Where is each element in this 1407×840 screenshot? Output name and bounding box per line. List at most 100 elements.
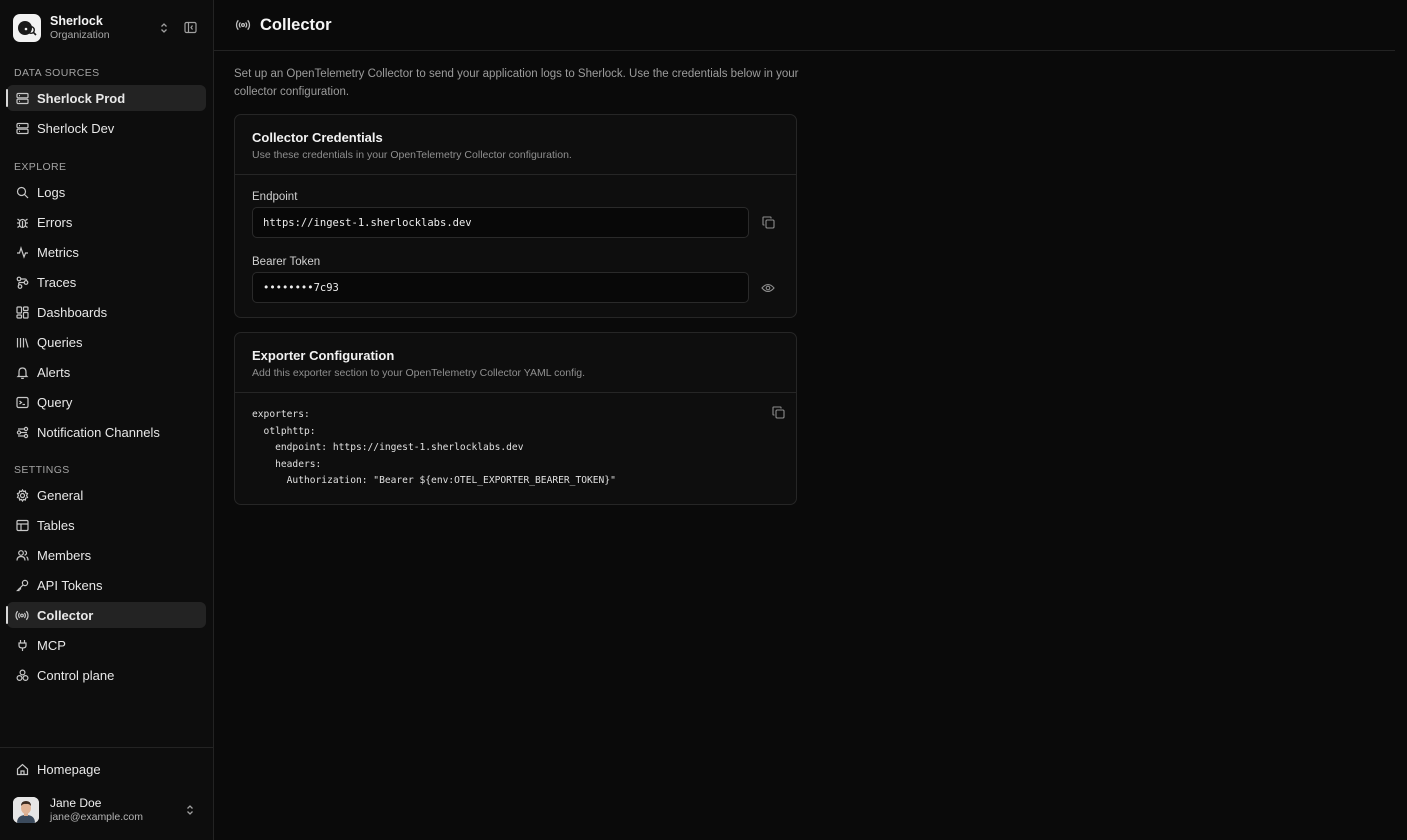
sidebar-item-sherlock-prod[interactable]: Sherlock Prod <box>6 85 206 111</box>
traces-icon <box>14 274 30 290</box>
radio-icon <box>14 607 30 623</box>
bug-icon <box>14 214 30 230</box>
terminal-icon <box>14 394 30 410</box>
sidebar-item-homepage[interactable]: Homepage <box>7 756 206 782</box>
sidebar-item-label: API Tokens <box>37 577 103 593</box>
org-subtitle: Organization <box>50 28 110 41</box>
token-row: ••••••••7c93 <box>252 272 779 303</box>
database-icon <box>14 120 30 136</box>
main-content: Collector Set up an OpenTelemetry Collec… <box>214 0 1407 840</box>
sidebar-collapse-icon[interactable] <box>180 18 200 38</box>
sidebar-item-logs[interactable]: Logs <box>7 179 206 205</box>
sidebar-item-label: Metrics <box>37 244 79 260</box>
sidebar-item-label: Query <box>37 394 73 410</box>
sidebar-item-notification-channels[interactable]: Notification Channels <box>7 419 206 445</box>
org-switcher[interactable]: Sherlock Organization <box>0 0 213 55</box>
sidebar: Sherlock Organization DATA SOURCES Sherl… <box>0 0 214 840</box>
sidebar-item-label: Collector <box>37 607 94 623</box>
sidebar-item-metrics[interactable]: Metrics <box>7 239 206 265</box>
sidebar-item-tables[interactable]: Tables <box>7 512 206 538</box>
sidebar-item-label: Sherlock Dev <box>37 120 115 136</box>
sidebar-item-label: MCP <box>37 637 66 653</box>
user-name: Jane Doe <box>50 796 102 810</box>
code-block: exporters: otlphttp: endpoint: https://i… <box>235 393 796 504</box>
sidebar-item-label: Notification Channels <box>37 424 160 440</box>
database-icon <box>14 90 30 106</box>
sidebar-item-label: Traces <box>37 274 77 290</box>
sidebar-item-general[interactable]: General <box>7 482 206 508</box>
card-body: Endpoint https://ingest-1.sherlocklabs.d… <box>235 175 796 317</box>
user-email: jane@example.com <box>50 811 143 823</box>
sidebar-item-api-tokens[interactable]: API Tokens <box>7 572 206 598</box>
page-intro: Set up an OpenTelemetry Collector to sen… <box>234 68 799 98</box>
user-info: Jane Doe jane@example.com <box>50 796 174 824</box>
nav-settings: General Tables Members API Tokens Collec… <box>0 482 213 692</box>
card-header: Collector Credentials Use these credenti… <box>235 115 796 175</box>
users-icon <box>14 547 30 563</box>
credentials-card: Collector Credentials Use these credenti… <box>234 114 797 318</box>
page-header: Collector <box>214 0 1395 51</box>
endpoint-field[interactable]: https://ingest-1.sherlocklabs.dev <box>252 207 749 238</box>
card-description: Use these credentials in your OpenTeleme… <box>252 149 572 161</box>
sidebar-item-label: Errors <box>37 214 73 230</box>
sidebar-item-control-plane[interactable]: Control plane <box>7 662 206 688</box>
sidebar-item-label: Tables <box>37 517 75 533</box>
page-title: Collector <box>260 15 332 34</box>
copy-icon[interactable] <box>760 215 776 231</box>
card-title: Collector Credentials <box>252 130 383 145</box>
sidebar-item-queries[interactable]: Queries <box>7 329 206 355</box>
section-label-data-sources: DATA SOURCES <box>14 67 100 79</box>
sidebar-item-collector[interactable]: Collector <box>6 602 206 628</box>
sidebar-item-traces[interactable]: Traces <box>7 269 206 295</box>
table-icon <box>14 517 30 533</box>
sidebar-item-alerts[interactable]: Alerts <box>7 359 206 385</box>
channels-icon <box>14 424 30 440</box>
copy-icon[interactable] <box>770 404 786 420</box>
sidebar-item-sherlock-dev[interactable]: Sherlock Dev <box>7 115 206 141</box>
sidebar-item-label: Members <box>37 547 92 563</box>
sidebar-item-label: Queries <box>37 334 83 350</box>
section-label-explore: EXPLORE <box>14 161 67 173</box>
section-label-settings: SETTINGS <box>14 464 70 476</box>
token-label: Bearer Token <box>252 256 321 268</box>
card-description: Add this exporter section to your OpenTe… <box>252 367 586 379</box>
user-menu[interactable]: Jane Doe jane@example.com <box>0 788 213 832</box>
endpoint-label: Endpoint <box>252 191 298 203</box>
sidebar-item-errors[interactable]: Errors <box>7 209 206 235</box>
chevrons-up-down-icon[interactable] <box>180 800 200 820</box>
sidebar-item-label: Logs <box>37 184 66 200</box>
key-icon <box>14 577 30 593</box>
home-icon <box>14 761 30 777</box>
org-text: Sherlock Organization <box>50 14 148 42</box>
chevrons-up-down-icon[interactable] <box>154 18 174 38</box>
nav-footer: Homepage <box>0 756 213 782</box>
app-root: Sherlock Organization DATA SOURCES Sherl… <box>0 0 1407 840</box>
sidebar-item-mcp[interactable]: MCP <box>7 632 206 658</box>
dashboard-icon <box>14 304 30 320</box>
sidebar-item-label: Alerts <box>37 364 71 380</box>
sidebar-item-dashboards[interactable]: Dashboards <box>7 299 206 325</box>
bearer-token-field[interactable]: ••••••••7c93 <box>252 272 749 303</box>
eye-icon[interactable] <box>760 280 776 296</box>
search-icon <box>14 184 30 200</box>
card-title: Exporter Configuration <box>252 348 395 363</box>
sidebar-item-label: Homepage <box>37 761 101 777</box>
library-icon <box>14 334 30 350</box>
sidebar-footer: Homepage Jane Doe jane@example.com <box>0 747 213 840</box>
plug-icon <box>14 637 30 653</box>
sidebar-item-label: Dashboards <box>37 304 108 320</box>
card-header: Exporter Configuration Add this exporter… <box>235 333 796 393</box>
sidebar-item-query[interactable]: Query <box>7 389 206 415</box>
sidebar-item-label: General <box>37 487 84 503</box>
endpoint-row: https://ingest-1.sherlocklabs.dev <box>252 207 779 238</box>
org-name: Sherlock <box>50 13 103 28</box>
exporter-config-code: exporters: otlphttp: endpoint: https://i… <box>252 409 616 486</box>
activity-icon <box>14 244 30 260</box>
bell-icon <box>14 364 30 380</box>
avatar <box>13 797 39 823</box>
sidebar-item-label: Control plane <box>37 667 115 683</box>
nav-explore: Logs Errors Metrics Traces Dashboards Qu… <box>0 179 213 449</box>
sidebar-item-members[interactable]: Members <box>7 542 206 568</box>
exporter-card: Exporter Configuration Add this exporter… <box>234 332 797 505</box>
nav-data-sources: Sherlock Prod Sherlock Dev <box>0 85 213 145</box>
